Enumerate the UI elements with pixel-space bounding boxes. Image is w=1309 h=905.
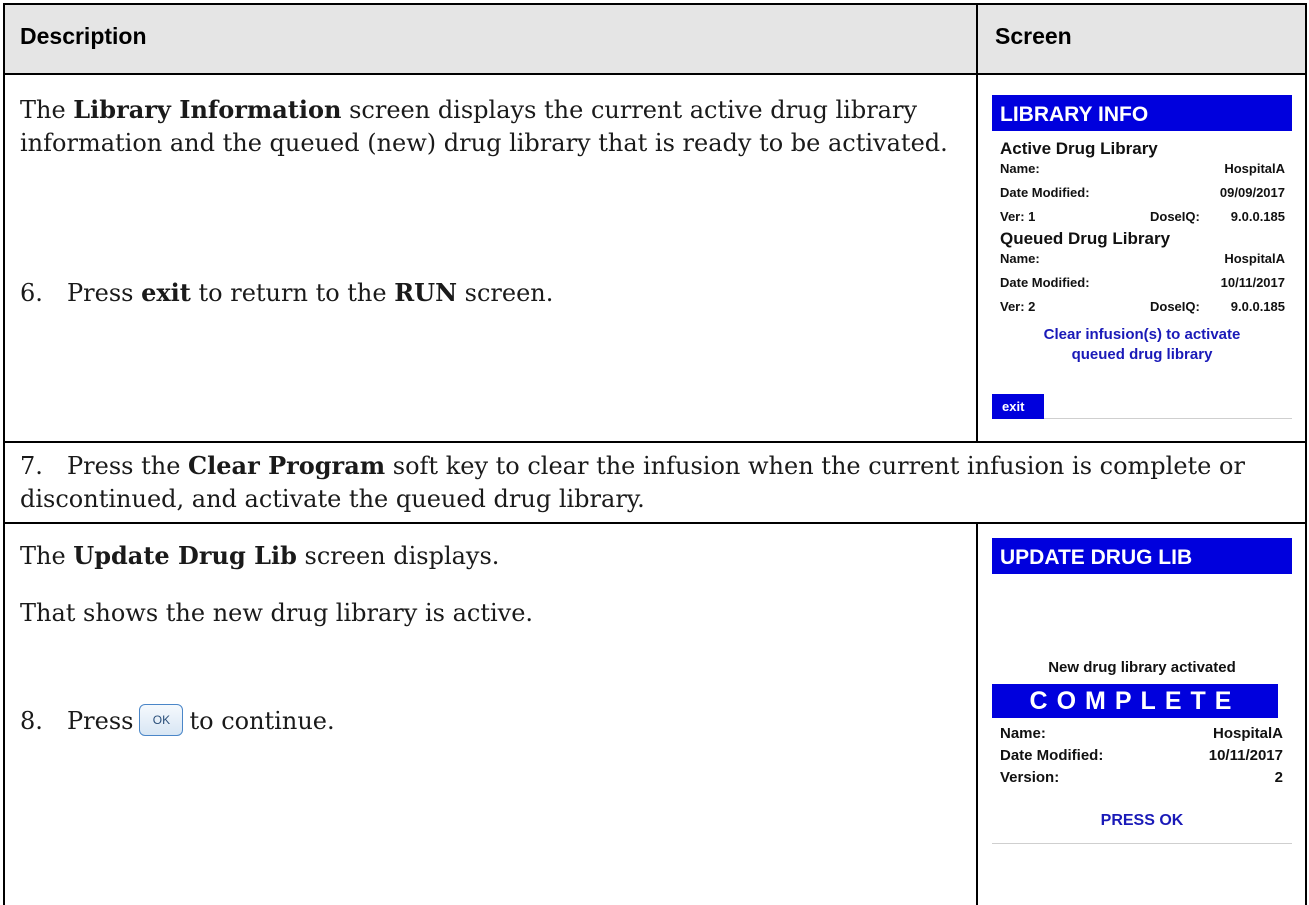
softkey-bar-line [1044,418,1292,419]
date-row: Date Modified: 10/11/2017 [1000,747,1283,764]
header-screen: Screen [995,23,1072,49]
library-info-screen: LIBRARY INFO Active Drug Library Name: Ho… [992,95,1292,425]
row1-paragraph: The Library Information screen displays … [20,95,948,157]
update-drug-lib-screen: UPDATE DRUG LIB New drug library activat… [992,538,1292,868]
activation-message: Clear infusion(s) to activate queued dru… [1043,326,1241,363]
queued-date-row: Date Modified: 10/11/2017 [1000,275,1285,290]
queued-name-row: Name: HospitalA [1000,251,1285,266]
queued-drug-library-heading: Queued Drug Library [1000,229,1171,248]
exit-softkey[interactable]: exit [992,394,1044,419]
table-header [3,3,1306,74]
border-top [3,3,1306,5]
row3-paragraph-2: That shows the new drug library is activ… [20,599,534,627]
screen2-bottom-line [992,843,1292,844]
update-drug-lib-title: UPDATE DRUG LIB [992,538,1292,574]
divider-row1 [3,441,1306,443]
complete-banner: COMPLETE [992,684,1278,718]
active-name-row: Name: HospitalA [1000,161,1285,176]
border-left [3,3,5,905]
divider-row2 [3,522,1306,524]
active-drug-library-heading: Active Drug Library [1000,139,1158,158]
column-divider-top [976,3,978,443]
activated-message: New drug library activated [1048,659,1236,676]
step-8: 8. Press OK to continue. [20,703,965,739]
queued-version-row: Ver: 2 DoseIQ: 9.0.0.185 [1000,299,1285,314]
ok-button-icon: OK [139,703,184,736]
divider-header [3,73,1306,75]
active-date-row: Date Modified: 09/09/2017 [1000,185,1285,200]
step-6: 6. Press exit to return to the RUN screen… [20,278,554,307]
press-ok-prompt: PRESS OK [1100,812,1184,829]
step-7: 7. Press the Clear Program soft key to cl… [20,451,1245,513]
library-info-title: LIBRARY INFO [992,95,1292,131]
active-version-row: Ver: 1 DoseIQ: 9.0.0.185 [1000,209,1285,224]
version-row: Version: 2 [1000,769,1283,786]
border-right [1305,3,1307,905]
name-row: Name: HospitalA [1000,725,1283,742]
column-divider-bottom [976,522,978,905]
header-description: Description [20,23,147,49]
row3-paragraph-1: The Update Drug Lib screen displays. [20,541,500,570]
